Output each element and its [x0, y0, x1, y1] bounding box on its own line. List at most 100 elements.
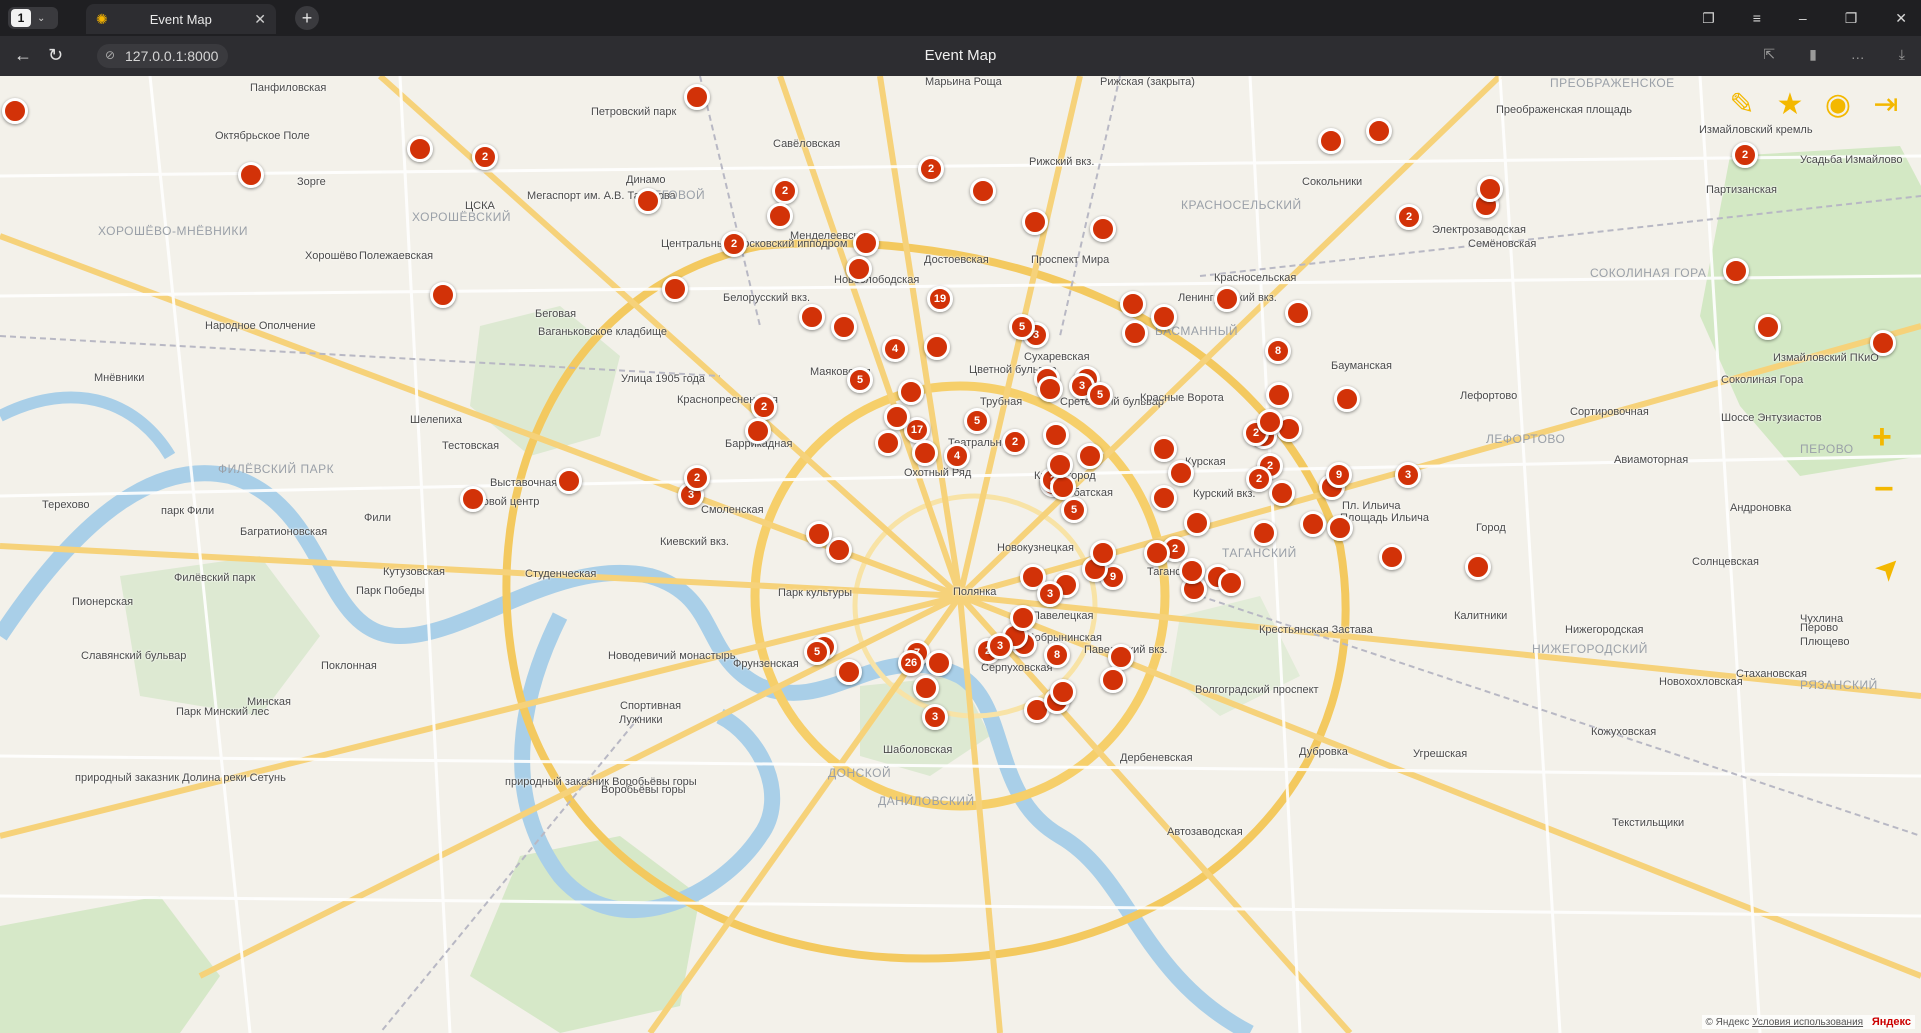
event-marker[interactable] [1285, 300, 1311, 326]
event-marker[interactable] [1043, 422, 1069, 448]
event-marker[interactable] [745, 418, 771, 444]
event-cluster-marker[interactable]: 2 [684, 465, 710, 491]
event-marker[interactable] [799, 304, 825, 330]
active-tab[interactable]: ✺ Event Map ✕ [86, 4, 276, 34]
event-marker[interactable] [1144, 540, 1170, 566]
event-marker[interactable] [1366, 118, 1392, 144]
event-marker[interactable] [1477, 176, 1503, 202]
zoom-out-button[interactable]: − [1874, 470, 1894, 509]
event-marker[interactable] [1327, 515, 1353, 541]
event-marker[interactable] [1257, 409, 1283, 435]
event-marker[interactable] [1090, 540, 1116, 566]
event-cluster-marker[interactable]: 4 [882, 336, 908, 362]
event-cluster-marker[interactable]: 5 [964, 408, 990, 434]
event-cluster-marker[interactable]: 2 [772, 178, 798, 204]
event-marker[interactable] [1379, 544, 1405, 570]
minimize-icon[interactable]: – [1799, 10, 1807, 26]
event-marker[interactable] [238, 162, 264, 188]
event-marker[interactable] [836, 659, 862, 685]
event-marker[interactable] [806, 521, 832, 547]
event-marker[interactable] [1179, 558, 1205, 584]
event-marker[interactable] [831, 314, 857, 340]
event-marker[interactable] [1251, 520, 1277, 546]
event-marker[interactable] [1214, 286, 1240, 312]
event-marker[interactable] [1269, 480, 1295, 506]
tab-counter-button[interactable]: 1 ⌄ [8, 7, 58, 29]
event-marker[interactable] [1218, 570, 1244, 596]
event-marker[interactable] [1168, 460, 1194, 486]
download-icon[interactable]: ⤓ [1899, 46, 1905, 63]
event-marker[interactable] [853, 230, 879, 256]
share-icon[interactable]: ⇱ [1763, 46, 1775, 63]
event-marker[interactable] [556, 468, 582, 494]
event-cluster-marker[interactable]: 9 [1326, 462, 1352, 488]
event-marker[interactable] [924, 334, 950, 360]
event-marker[interactable] [1100, 667, 1126, 693]
event-marker[interactable] [1151, 304, 1177, 330]
event-cluster-marker[interactable]: 2 [1732, 142, 1758, 168]
event-marker[interactable] [1870, 330, 1896, 356]
event-marker[interactable] [684, 84, 710, 110]
event-marker[interactable] [1047, 452, 1073, 478]
event-marker[interactable] [1151, 436, 1177, 462]
event-marker[interactable] [430, 282, 456, 308]
menu-icon[interactable]: ≡ [1753, 10, 1761, 26]
event-cluster-marker[interactable]: 2 [751, 394, 777, 420]
event-marker[interactable] [662, 276, 688, 302]
terms-link[interactable]: Условия использования [1752, 1017, 1863, 1028]
event-cluster-marker[interactable]: 5 [847, 367, 873, 393]
event-marker[interactable] [1037, 376, 1063, 402]
event-cluster-marker[interactable]: 2 [1002, 429, 1028, 455]
event-marker[interactable] [1723, 258, 1749, 284]
event-marker[interactable] [1266, 382, 1292, 408]
event-cluster-marker[interactable]: 2 [1246, 466, 1272, 492]
event-marker[interactable] [913, 675, 939, 701]
event-marker[interactable] [1334, 386, 1360, 412]
event-marker[interactable] [407, 136, 433, 162]
event-marker[interactable] [1120, 291, 1146, 317]
event-cluster-marker[interactable]: 3 [922, 704, 948, 730]
event-marker[interactable] [635, 188, 661, 214]
bookmarks-panel-icon[interactable]: ❐ [1702, 10, 1715, 27]
event-marker[interactable] [1318, 128, 1344, 154]
event-cluster-marker[interactable]: 5 [804, 639, 830, 665]
event-cluster-marker[interactable]: 2 [472, 144, 498, 170]
event-marker[interactable] [1300, 511, 1326, 537]
user-icon[interactable]: ◉ [1818, 84, 1858, 124]
event-cluster-marker[interactable]: 2 [721, 231, 747, 257]
event-marker[interactable] [1184, 510, 1210, 536]
close-tab-icon[interactable]: ✕ [254, 11, 266, 28]
event-marker[interactable] [912, 440, 938, 466]
event-marker[interactable] [970, 178, 996, 204]
event-marker[interactable] [926, 650, 952, 676]
event-map[interactable]: Панфиловская Октябрьское Поле Зорге ЦСКА Мег… [0, 76, 1921, 1033]
event-cluster-marker[interactable]: 5 [1009, 314, 1035, 340]
event-marker[interactable] [846, 256, 872, 282]
star-icon[interactable]: ★ [1770, 84, 1810, 124]
event-cluster-marker[interactable]: 3 [1395, 462, 1421, 488]
event-cluster-marker[interactable]: 3 [987, 633, 1013, 659]
event-marker[interactable] [875, 430, 901, 456]
event-cluster-marker[interactable]: 4 [944, 443, 970, 469]
more-icon[interactable]: … [1851, 46, 1865, 63]
event-marker[interactable] [1090, 216, 1116, 242]
edit-icon[interactable]: ✎ [1722, 84, 1762, 124]
event-marker[interactable] [1122, 320, 1148, 346]
event-cluster-marker[interactable]: 8 [1265, 338, 1291, 364]
event-marker[interactable] [2, 98, 28, 124]
restore-icon[interactable]: ❐ [1845, 10, 1858, 27]
event-cluster-marker[interactable]: 8 [1044, 642, 1070, 668]
event-marker[interactable] [898, 379, 924, 405]
event-marker[interactable] [1022, 209, 1048, 235]
logout-icon[interactable]: ⇥ [1866, 84, 1906, 124]
event-cluster-marker[interactable]: 19 [927, 286, 953, 312]
event-marker[interactable] [767, 203, 793, 229]
event-cluster-marker[interactable]: 26 [898, 650, 924, 676]
event-cluster-marker[interactable]: 5 [1061, 497, 1087, 523]
event-marker[interactable] [884, 404, 910, 430]
event-cluster-marker[interactable]: 2 [918, 156, 944, 182]
event-marker[interactable] [1755, 314, 1781, 340]
event-marker[interactable] [1077, 443, 1103, 469]
event-marker[interactable] [1050, 679, 1076, 705]
zoom-in-button[interactable]: + [1872, 418, 1892, 457]
